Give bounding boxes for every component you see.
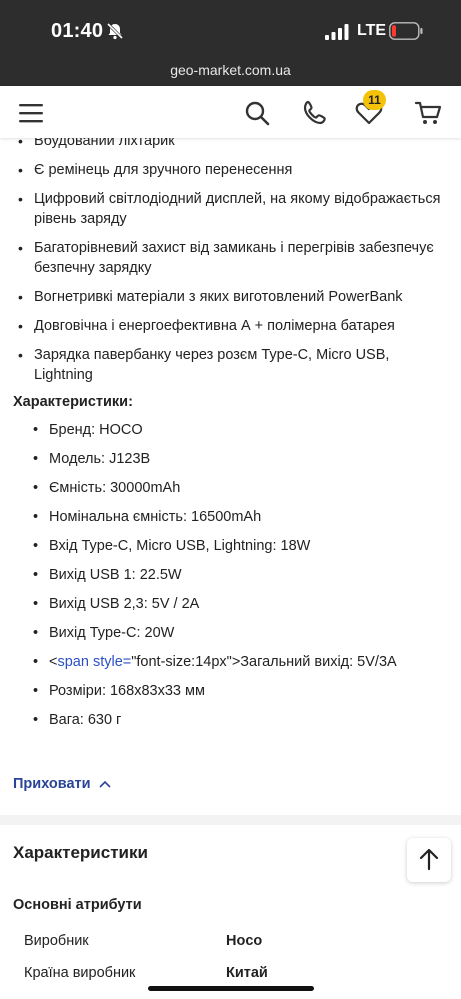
spec-item: Вихід USB 1: 22.5W <box>33 565 461 594</box>
browser-url[interactable]: geo-market.com.ua <box>0 62 461 78</box>
spec-item: Номінальна ємність: 16500mAh <box>33 507 461 536</box>
raw-attr-name: style= <box>88 654 132 670</box>
raw-rest: >Загальний вихід: 5V/3A <box>231 654 397 670</box>
spec-item-raw-markup: <span style="font-size:14px">Загальний в… <box>33 652 461 681</box>
spec-item: Модель: J123B <box>33 449 461 478</box>
spec-item: Ємність: 30000mAh <box>33 478 461 507</box>
bell-off-icon <box>106 22 124 40</box>
feature-list: Вбудований ліхтарик Є ремінець для зручн… <box>0 131 461 385</box>
menu-icon[interactable] <box>14 96 48 130</box>
feature-item: Довговічна і енергоефективна А + полімер… <box>18 316 447 336</box>
network-label: LTE <box>357 22 387 39</box>
attribute-value: Китай <box>226 965 268 981</box>
attribute-key: Країна виробник <box>24 965 136 981</box>
scroll-top-button[interactable] <box>407 838 451 882</box>
spec-item: Бренд: HOCO <box>33 420 461 449</box>
wishlist-badge: 11 <box>363 90 386 110</box>
search-icon[interactable] <box>240 96 274 130</box>
attributes-group-title: Основні атрибути <box>13 897 142 913</box>
site-header <box>0 86 461 138</box>
product-description: Вбудований ліхтарик Є ремінець для зручн… <box>0 131 461 739</box>
hide-label: Приховати <box>13 776 91 792</box>
feature-item: Цифровий світлодіодний дисплей, на якому… <box>18 189 447 229</box>
spec-list: Бренд: HOCO Модель: J123B Ємність: 30000… <box>0 420 461 739</box>
status-time: 01:40 <box>51 20 104 42</box>
attribute-value: Hoco <box>226 933 263 949</box>
characteristics-title: Характеристики <box>13 843 148 862</box>
spec-item: Розміри: 168x83x33 мм <box>33 681 461 710</box>
signal-icon <box>325 24 349 40</box>
feature-item: Є ремінець для зручного перенесення <box>18 160 447 180</box>
home-indicator[interactable] <box>148 986 314 991</box>
hide-description-link[interactable]: Приховати <box>13 776 111 792</box>
raw-tag: span <box>57 654 89 670</box>
feature-item: Багаторівневий захист від замикань і пер… <box>18 238 447 278</box>
status-bar: 01:40 LTE geo-market.com.ua <box>0 0 461 86</box>
cart-icon[interactable] <box>412 96 446 130</box>
arrow-up-icon <box>419 848 439 871</box>
spec-item: Вага: 630 г <box>33 710 461 739</box>
raw-attr-value: "font-size:14px" <box>131 654 232 670</box>
section-divider <box>0 815 461 825</box>
attribute-key: Виробник <box>24 933 89 949</box>
battery-icon <box>389 22 423 40</box>
spec-item: Вихід USB 2,3: 5V / 2A <box>33 594 461 623</box>
chevron-up-icon <box>98 780 111 788</box>
phone-icon[interactable] <box>299 96 333 130</box>
spec-item: Вхід Type-C, Micro USB, Lightning: 18W <box>33 536 461 565</box>
specs-heading: Характеристики: <box>13 394 133 410</box>
spec-item: Вихід Type-C: 20W <box>33 623 461 652</box>
feature-item: Зарядка павербанку через розєм Type-C, M… <box>18 345 447 385</box>
feature-item: Вогнетривкі матеріали з яких виготовлени… <box>18 287 447 307</box>
